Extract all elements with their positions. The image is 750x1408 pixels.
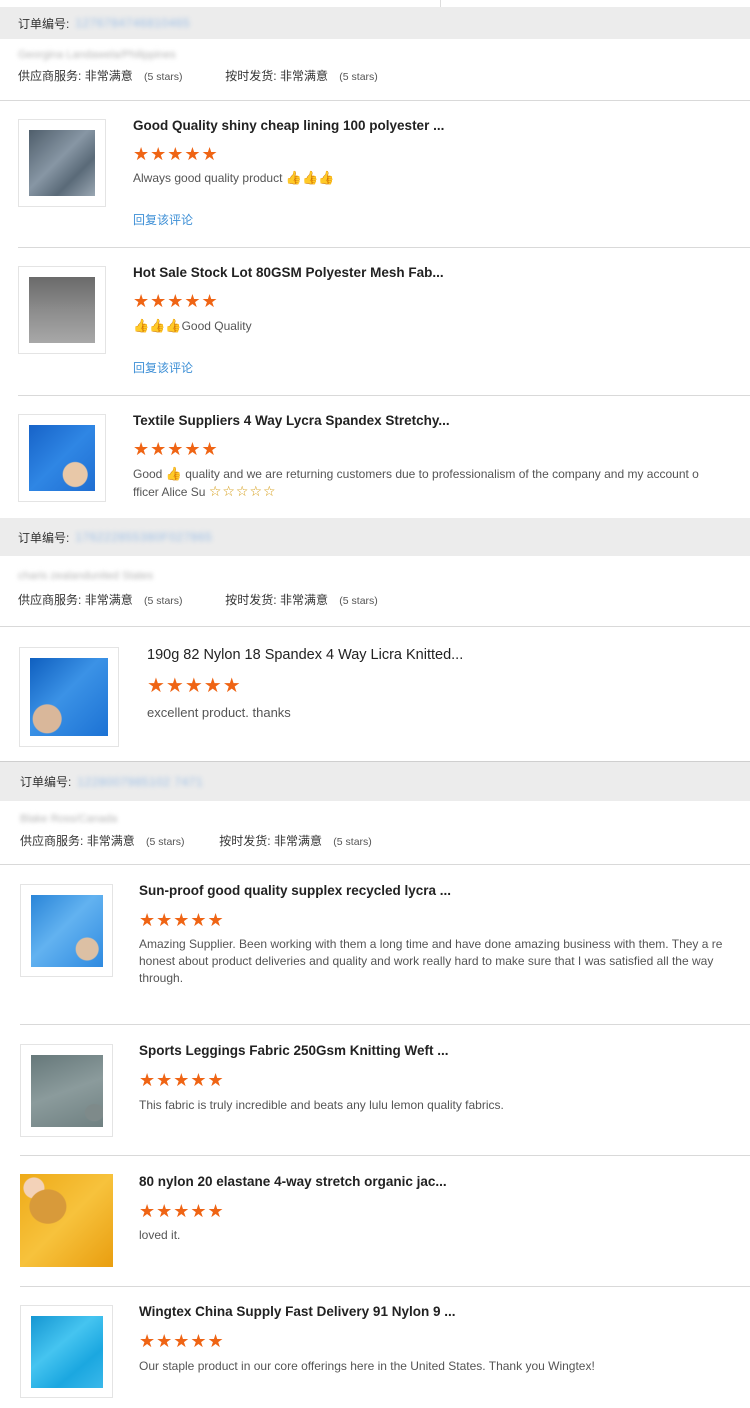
order-block-1: 订单编号: 1276784746810465 Georgina Landawel… — [0, 7, 750, 87]
supplier-service-label: 供应商服务: — [18, 69, 82, 83]
order-number-label: 订单编号: — [20, 775, 72, 789]
order-ratings: 供应商服务: 非常满意 (5 stars) 按时发货: 非常满意 (5 star… — [0, 830, 750, 852]
review-comment: excellent product. thanks — [147, 705, 291, 720]
divider — [0, 864, 750, 865]
order-header: 订单编号: 176222855380F027865 — [0, 518, 750, 556]
shipping-stars: (5 stars) — [333, 836, 372, 848]
order-block-3: 订单编号: 1228007985102 7471 Blake Ross/Cana… — [0, 762, 750, 852]
product-image — [31, 1316, 103, 1388]
product-title[interactable]: Textile Suppliers 4 Way Lycra Spandex St… — [133, 413, 450, 428]
star-rating: ★★★★★ — [133, 291, 219, 311]
order-number[interactable]: 1228007985102 7471 — [77, 775, 203, 789]
shipping-label: 按时发货: — [219, 834, 271, 848]
review-comment: Good 👍 quality and we are returning cust… — [133, 466, 699, 499]
buyer-name: charis zealandunited States — [18, 570, 154, 582]
review-comment: Amazing Supplier. Been working with them… — [139, 937, 723, 985]
product-image — [29, 130, 95, 196]
product-thumbnail[interactable] — [20, 1305, 113, 1398]
divider — [18, 247, 750, 248]
order-ratings: 供应商服务: 非常满意 (5 stars) 按时发货: 非常满意 (5 star… — [0, 65, 750, 87]
thumbs-up-icon: 👍👍👍 — [133, 318, 182, 333]
product-title[interactable]: Good Quality shiny cheap lining 100 poly… — [133, 118, 444, 133]
order-number[interactable]: 176222855380F027865 — [75, 530, 212, 544]
shipping-value: 非常满意 — [279, 593, 328, 607]
star-rating: ★★★★★ — [139, 1331, 225, 1351]
review-comment: Our staple product in our core offerings… — [139, 1359, 595, 1373]
supplier-service-value: 非常满意 — [84, 69, 133, 83]
divider — [0, 100, 750, 101]
product-thumbnail[interactable] — [20, 884, 113, 977]
product-title[interactable]: Sports Leggings Fabric 250Gsm Knitting W… — [139, 1043, 449, 1058]
product-image — [29, 277, 95, 343]
star-icon: ☆☆☆☆☆ — [208, 483, 277, 499]
product-title[interactable]: Sun-proof good quality supplex recycled … — [139, 883, 451, 898]
order-header-line — [440, 0, 441, 7]
shipping-stars: (5 stars) — [339, 71, 378, 83]
supplier-service-label: 供应商服务: — [18, 593, 82, 607]
supplier-service-stars: (5 stars) — [146, 836, 185, 848]
divider — [18, 395, 750, 396]
review-comment: Always good quality product 👍👍👍 — [133, 170, 335, 185]
product-title[interactable]: Wingtex China Supply Fast Delivery 91 Ny… — [139, 1304, 455, 1319]
order-number[interactable]: 1276784746810465 — [75, 16, 190, 30]
review-comment: This fabric is truly incredible and beat… — [139, 1098, 504, 1112]
star-rating: ★★★★★ — [147, 675, 242, 697]
order-header: 订单编号: 1276784746810465 — [0, 7, 750, 39]
supplier-service-label: 供应商服务: — [20, 834, 84, 848]
product-title[interactable]: 190g 82 Nylon 18 Spandex 4 Way Licra Kni… — [147, 647, 463, 663]
product-image — [20, 1174, 113, 1267]
reply-link[interactable]: 回复该评论 — [133, 359, 193, 376]
order-number-label: 订单编号: — [18, 16, 70, 31]
product-image — [31, 895, 103, 967]
star-rating: ★★★★★ — [139, 1201, 225, 1221]
divider — [20, 1024, 750, 1025]
star-rating: ★★★★★ — [133, 144, 219, 164]
review-comment: loved it. — [139, 1228, 181, 1242]
product-thumbnail[interactable] — [18, 266, 106, 354]
divider — [0, 626, 750, 627]
shipping-stars: (5 stars) — [339, 595, 378, 607]
supplier-service-value: 非常满意 — [86, 834, 135, 848]
supplier-service-value: 非常满意 — [84, 593, 133, 607]
supplier-service-stars: (5 stars) — [144, 595, 183, 607]
product-image — [30, 658, 108, 736]
shipping-value: 非常满意 — [279, 69, 328, 83]
product-thumbnail[interactable] — [19, 647, 119, 747]
thumbs-up-icon: 👍👍👍 — [285, 170, 335, 185]
product-title[interactable]: Hot Sale Stock Lot 80GSM Polyester Mesh … — [133, 265, 444, 280]
product-image — [29, 425, 95, 491]
buyer-name: Georgina Landawela/Philippines — [18, 49, 176, 61]
order-header: 订单编号: 1228007985102 7471 — [0, 762, 750, 801]
supplier-service-stars: (5 stars) — [144, 71, 183, 83]
divider — [20, 1155, 750, 1156]
order-number-label: 订单编号: — [18, 530, 70, 545]
product-thumbnail[interactable] — [18, 119, 106, 207]
order-ratings: 供应商服务: 非常满意 (5 stars) 按时发货: 非常满意 (5 star… — [0, 589, 750, 611]
shipping-label: 按时发货: — [225, 593, 277, 607]
order-block-2: 订单编号: 176222855380F027865 charis zealand… — [0, 518, 750, 611]
product-title[interactable]: 80 nylon 20 elastane 4-way stretch organ… — [139, 1174, 447, 1189]
star-rating: ★★★★★ — [139, 910, 225, 930]
product-image — [31, 1055, 103, 1127]
product-thumbnail[interactable] — [20, 1044, 113, 1137]
star-rating: ★★★★★ — [133, 439, 219, 459]
reply-link[interactable]: 回复该评论 — [133, 211, 193, 228]
shipping-value: 非常满意 — [273, 834, 322, 848]
divider — [20, 1286, 750, 1287]
buyer-name: Blake Ross/Canada — [20, 813, 118, 825]
product-thumbnail[interactable] — [20, 1174, 113, 1267]
star-rating: ★★★★★ — [139, 1070, 225, 1090]
product-thumbnail[interactable] — [18, 414, 106, 502]
shipping-label: 按时发货: — [225, 69, 277, 83]
review-comment: 👍👍👍Good Quality — [133, 318, 252, 333]
thumbs-up-icon: 👍 — [165, 466, 182, 481]
